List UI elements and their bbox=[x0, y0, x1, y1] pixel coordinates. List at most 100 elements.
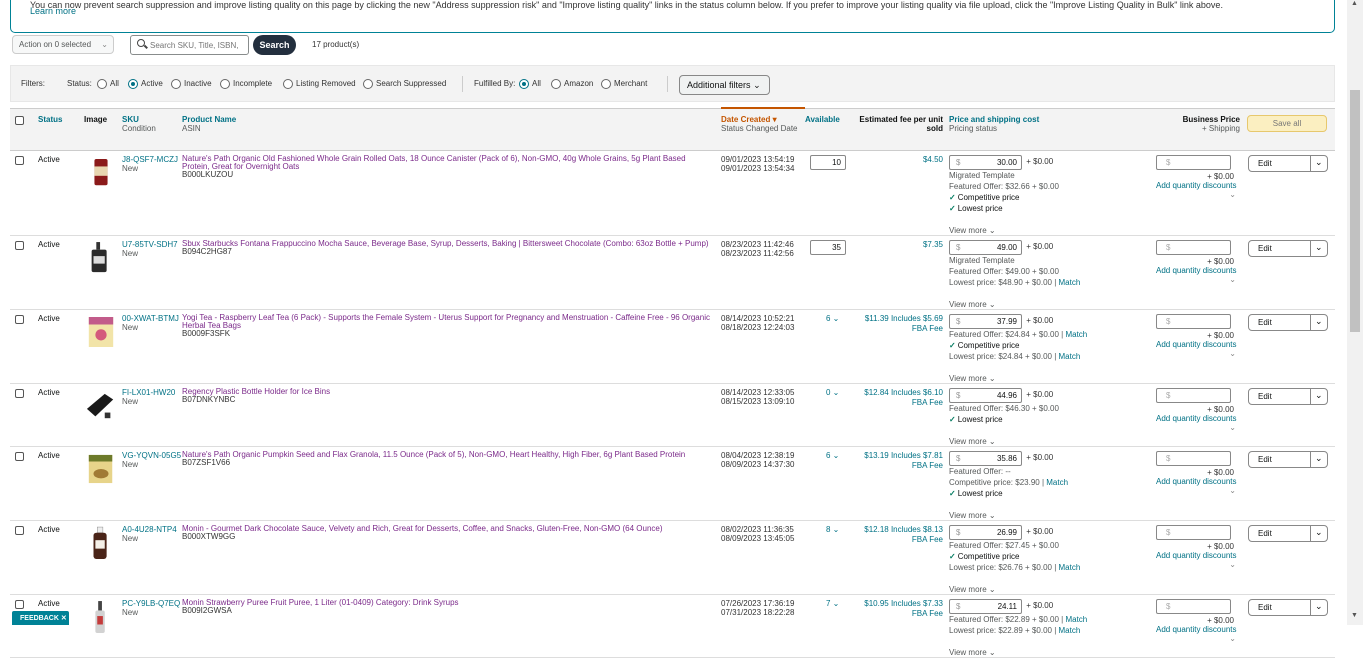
row-checkbox[interactable] bbox=[15, 240, 24, 250]
scroll-up-icon[interactable]: ▲ bbox=[1351, 0, 1358, 7]
product-name-link[interactable]: Sbux Starbucks Fontana Frappuccino Mocha… bbox=[182, 239, 709, 248]
scrollbar-thumb[interactable] bbox=[1350, 90, 1360, 332]
learn-more-link[interactable]: Learn more bbox=[30, 6, 76, 16]
view-more-link[interactable]: View more ⌄ bbox=[949, 226, 1156, 235]
edit-button[interactable]: Edit ⌄ bbox=[1248, 387, 1328, 405]
edit-button[interactable]: Edit ⌄ bbox=[1248, 313, 1328, 331]
match-link[interactable]: Match bbox=[1059, 626, 1081, 635]
bulk-action-dropdown[interactable]: Action on 0 selected ⌄ bbox=[12, 35, 114, 54]
status-filter-suppressed[interactable]: Search Suppressed bbox=[361, 79, 446, 89]
business-price-input[interactable]: $ bbox=[1156, 313, 1231, 329]
product-image[interactable] bbox=[86, 314, 116, 350]
col-sku[interactable]: SKU Condition bbox=[122, 107, 182, 151]
row-checkbox[interactable] bbox=[15, 388, 24, 398]
row-checkbox[interactable] bbox=[15, 314, 24, 324]
sku-link[interactable]: U7-85TV-SDH7 bbox=[122, 240, 178, 249]
edit-button[interactable]: Edit ⌄ bbox=[1248, 450, 1328, 468]
quantity-input[interactable]: 10 bbox=[810, 154, 846, 170]
scrollbar[interactable]: ▲ ▼ bbox=[1347, 0, 1363, 625]
chevron-down-icon[interactable]: ⌄ bbox=[1315, 316, 1323, 327]
chevron-down-icon[interactable]: ⌄ bbox=[1156, 423, 1236, 432]
product-name-link[interactable]: Nature's Path Organic Old Fashioned Whol… bbox=[182, 154, 686, 171]
product-name-link[interactable]: Yogi Tea - Raspberry Leaf Tea (6 Pack) -… bbox=[182, 313, 710, 330]
row-checkbox[interactable] bbox=[15, 599, 24, 609]
business-price-input[interactable]: $ bbox=[1156, 239, 1231, 255]
row-checkbox[interactable] bbox=[15, 451, 24, 461]
chevron-down-icon[interactable]: ⌄ bbox=[1156, 275, 1236, 284]
chevron-down-icon[interactable]: ⌄ bbox=[1315, 601, 1323, 612]
status-filter-inactive[interactable]: Inactive bbox=[169, 79, 212, 89]
view-more-link[interactable]: View more ⌄ bbox=[949, 648, 1156, 657]
col-available[interactable]: Available bbox=[805, 107, 859, 151]
product-image[interactable] bbox=[86, 525, 116, 561]
available-dropdown[interactable]: 0 ⌄ bbox=[826, 388, 839, 397]
business-price-input[interactable]: $ bbox=[1156, 450, 1231, 466]
product-image[interactable] bbox=[86, 599, 116, 635]
select-all-checkbox[interactable] bbox=[15, 115, 24, 125]
additional-filters-button[interactable]: Additional filters ⌄ bbox=[679, 75, 770, 95]
view-more-link[interactable]: View more ⌄ bbox=[949, 374, 1156, 383]
view-more-link[interactable]: View more ⌄ bbox=[949, 437, 1156, 446]
product-name-link[interactable]: Monin - Gourmet Dark Chocolate Sauce, Ve… bbox=[182, 524, 663, 533]
feedback-button[interactable]: FEEDBACK ✕ bbox=[12, 611, 69, 625]
col-price[interactable]: Price and shipping cost Pricing status bbox=[949, 107, 1156, 151]
status-filter-removed[interactable]: Listing Removed bbox=[281, 79, 356, 89]
available-dropdown[interactable]: 6 ⌄ bbox=[826, 451, 839, 460]
price-input[interactable]: $44.96 bbox=[949, 387, 1022, 403]
chevron-down-icon[interactable]: ⌄ bbox=[1156, 634, 1236, 643]
save-all-button[interactable]: Save all bbox=[1247, 114, 1327, 132]
price-input[interactable]: $24.11 bbox=[949, 598, 1022, 614]
add-quantity-discounts-link[interactable]: Add quantity discounts bbox=[1156, 477, 1246, 486]
sku-link[interactable]: VG-YQVN-05G5 bbox=[122, 451, 181, 460]
match-link[interactable]: Match bbox=[1059, 352, 1081, 361]
price-input[interactable]: $37.99 bbox=[949, 313, 1022, 329]
sku-link[interactable]: J8-QSF7-MCZJ bbox=[122, 155, 178, 164]
add-quantity-discounts-link[interactable]: Add quantity discounts bbox=[1156, 551, 1246, 560]
product-name-link[interactable]: Nature's Path Organic Pumpkin Seed and F… bbox=[182, 450, 685, 459]
add-quantity-discounts-link[interactable]: Add quantity discounts bbox=[1156, 414, 1246, 423]
scroll-down-icon[interactable]: ▼ bbox=[1351, 612, 1358, 619]
price-input[interactable]: $35.86 bbox=[949, 450, 1022, 466]
chevron-down-icon[interactable]: ⌄ bbox=[1315, 390, 1323, 401]
available-dropdown[interactable]: 8 ⌄ bbox=[826, 525, 839, 534]
available-dropdown[interactable]: 6 ⌄ bbox=[826, 314, 839, 323]
status-filter-active[interactable]: Active bbox=[126, 79, 163, 89]
col-status[interactable]: Status bbox=[38, 107, 84, 151]
match-link[interactable]: Match bbox=[1065, 615, 1087, 624]
chevron-down-icon[interactable]: ⌄ bbox=[1315, 527, 1323, 538]
edit-button[interactable]: Edit ⌄ bbox=[1248, 239, 1328, 257]
view-more-link[interactable]: View more ⌄ bbox=[949, 585, 1156, 594]
product-image[interactable] bbox=[86, 240, 116, 276]
add-quantity-discounts-link[interactable]: Add quantity discounts bbox=[1156, 340, 1246, 349]
product-image[interactable] bbox=[86, 155, 116, 191]
fulfilled-filter-all[interactable]: All bbox=[517, 79, 541, 89]
chevron-down-icon[interactable]: ⌄ bbox=[1156, 190, 1236, 199]
status-filter-incomplete[interactable]: Incomplete bbox=[218, 79, 272, 89]
price-input[interactable]: $26.99 bbox=[949, 524, 1022, 540]
business-price-input[interactable]: $ bbox=[1156, 524, 1231, 540]
fulfilled-filter-amazon[interactable]: Amazon bbox=[549, 79, 593, 89]
add-quantity-discounts-link[interactable]: Add quantity discounts bbox=[1156, 266, 1246, 275]
sku-link[interactable]: PC-Y9LB-Q7EQ bbox=[122, 599, 180, 608]
view-more-link[interactable]: View more ⌄ bbox=[949, 511, 1156, 520]
sku-link[interactable]: A0-4U28-NTP4 bbox=[122, 525, 177, 534]
search-input[interactable] bbox=[150, 39, 246, 51]
col-date-created[interactable]: Date Created ▾ Status Changed Date bbox=[721, 107, 805, 151]
match-link[interactable]: Match bbox=[1059, 278, 1081, 287]
chevron-down-icon[interactable]: ⌄ bbox=[1156, 486, 1236, 495]
chevron-down-icon[interactable]: ⌄ bbox=[1156, 560, 1236, 569]
search-button[interactable]: Search bbox=[253, 35, 296, 55]
business-price-input[interactable]: $ bbox=[1156, 387, 1231, 403]
view-more-link[interactable]: View more ⌄ bbox=[949, 300, 1156, 309]
edit-button[interactable]: Edit ⌄ bbox=[1248, 598, 1328, 616]
sku-link[interactable]: 00-XWAT-BTMJ bbox=[122, 314, 179, 323]
match-link[interactable]: Match bbox=[1046, 478, 1068, 487]
edit-button[interactable]: Edit ⌄ bbox=[1248, 154, 1328, 172]
add-quantity-discounts-link[interactable]: Add quantity discounts bbox=[1156, 625, 1246, 634]
business-price-input[interactable]: $ bbox=[1156, 598, 1231, 614]
product-image[interactable] bbox=[86, 388, 116, 424]
sku-link[interactable]: FI-LX01-HW20 bbox=[122, 388, 175, 397]
search-field[interactable] bbox=[130, 35, 249, 55]
available-dropdown[interactable]: 7 ⌄ bbox=[826, 599, 839, 608]
chevron-down-icon[interactable]: ⌄ bbox=[1315, 453, 1323, 464]
